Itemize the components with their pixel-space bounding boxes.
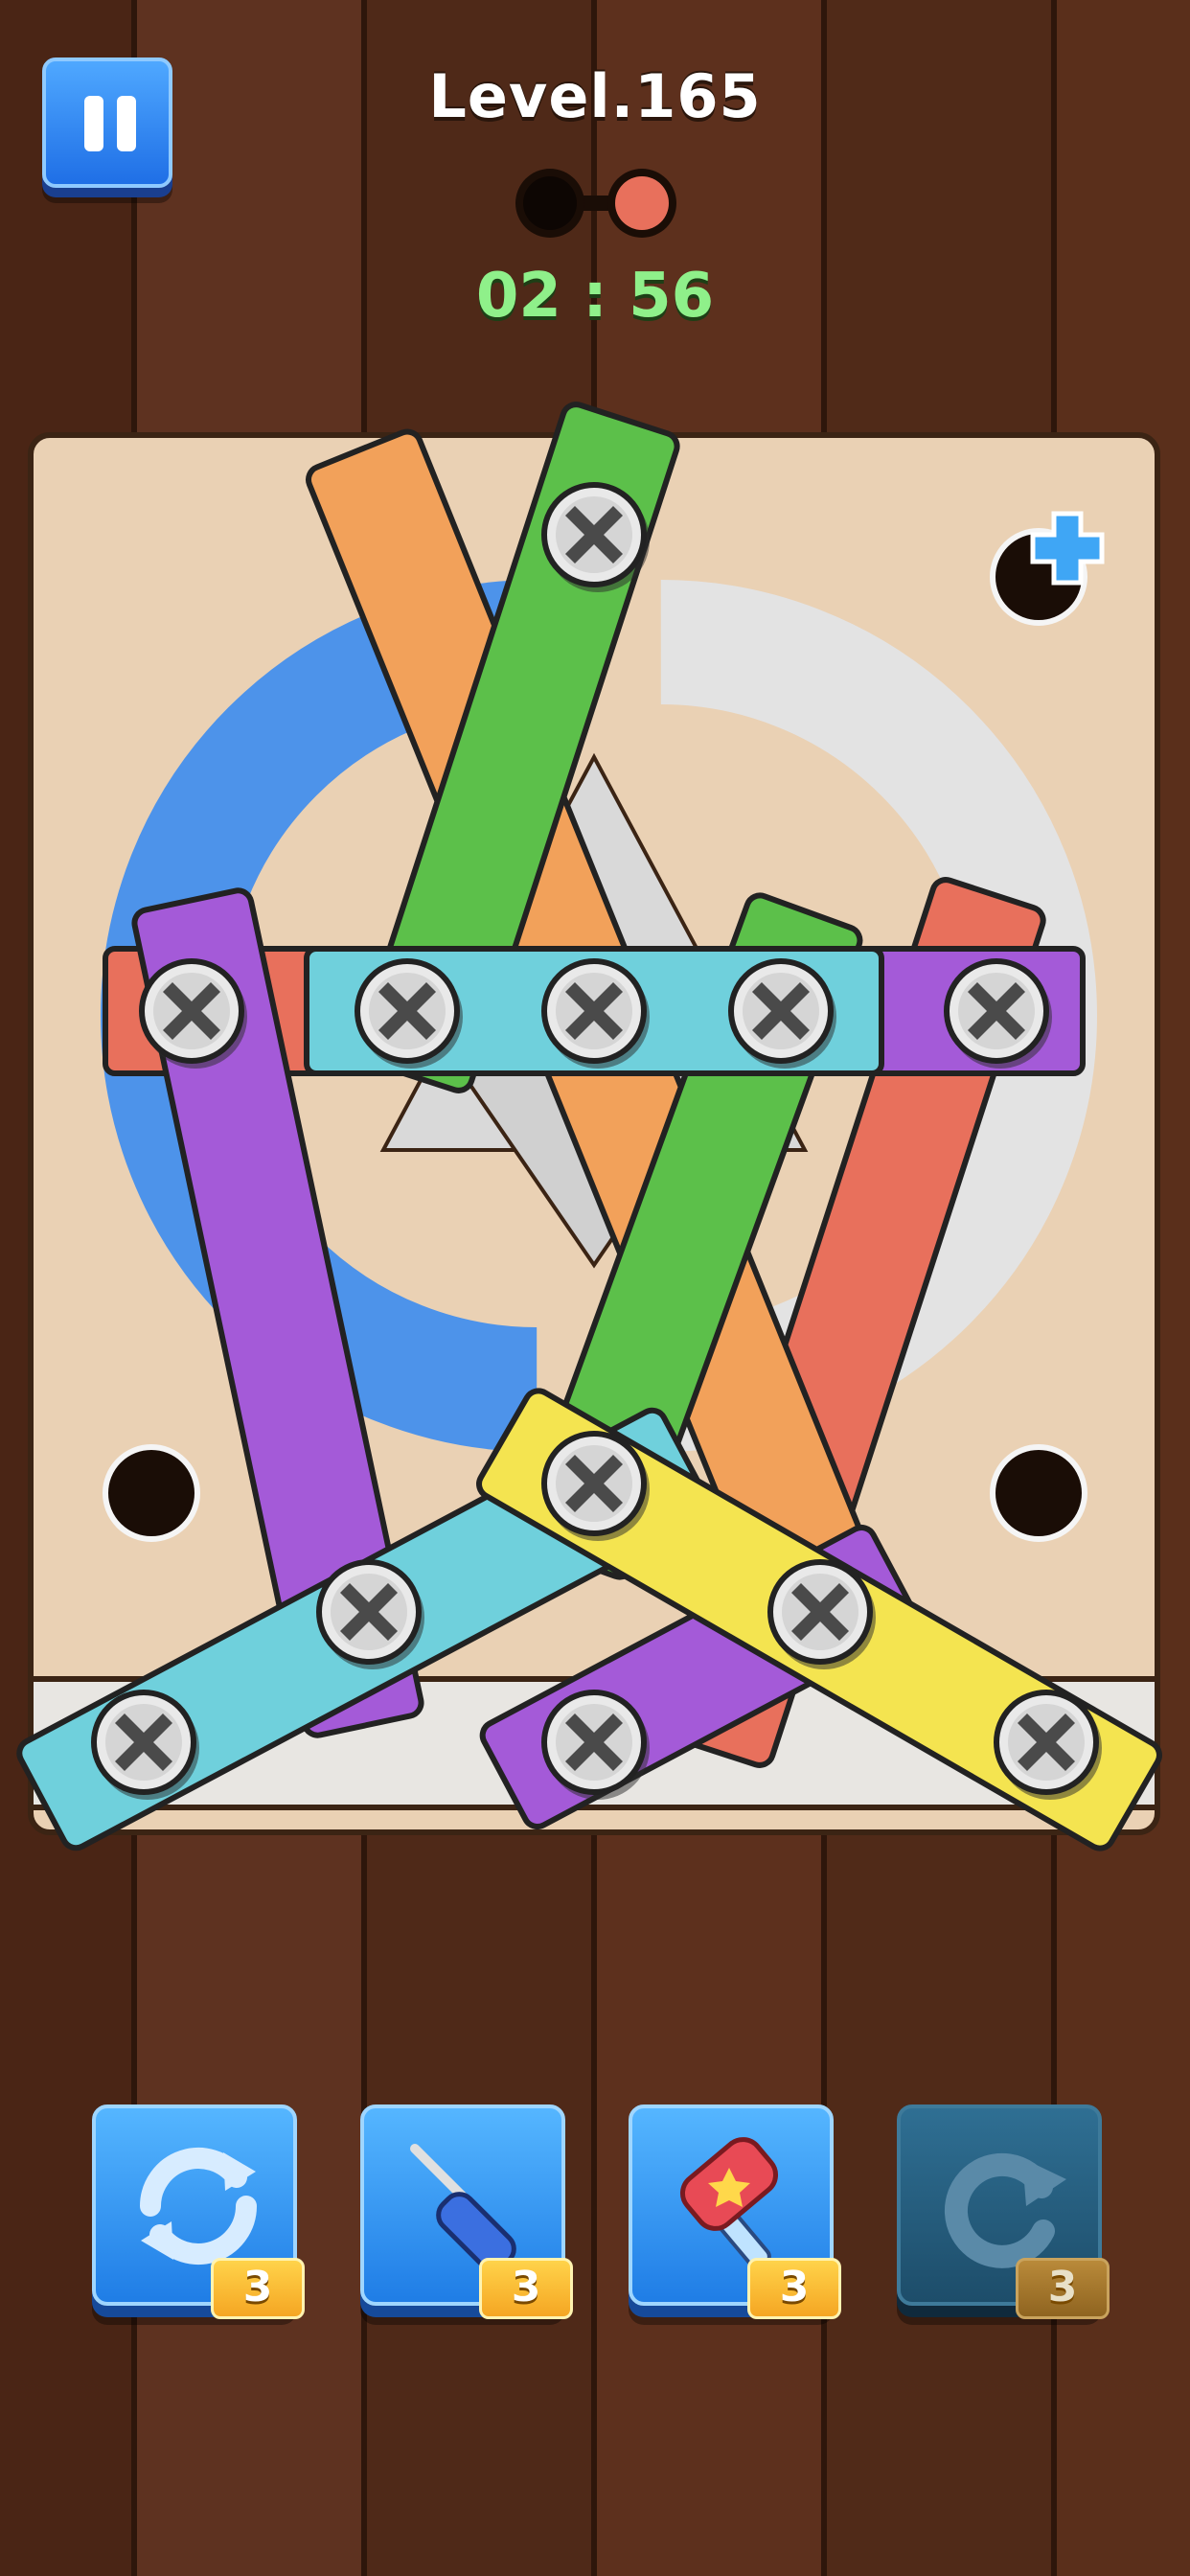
undo-count-badge: 3 bbox=[1016, 2258, 1110, 2319]
empty-hole bbox=[103, 1444, 200, 1542]
screwdriver-count-badge: 3 bbox=[479, 2258, 573, 2319]
shuffle-count-badge: 3 bbox=[211, 2258, 305, 2319]
screwdriver-tool-button[interactable]: 3 bbox=[360, 2104, 573, 2319]
shuffle-tool-button[interactable]: 3 bbox=[92, 2104, 305, 2319]
undo-tool-button[interactable]: 3 bbox=[897, 2104, 1110, 2319]
hammer-count-badge: 3 bbox=[747, 2258, 841, 2319]
empty-hole bbox=[990, 1444, 1087, 1542]
hammer-tool-button[interactable]: 3 bbox=[629, 2104, 841, 2319]
